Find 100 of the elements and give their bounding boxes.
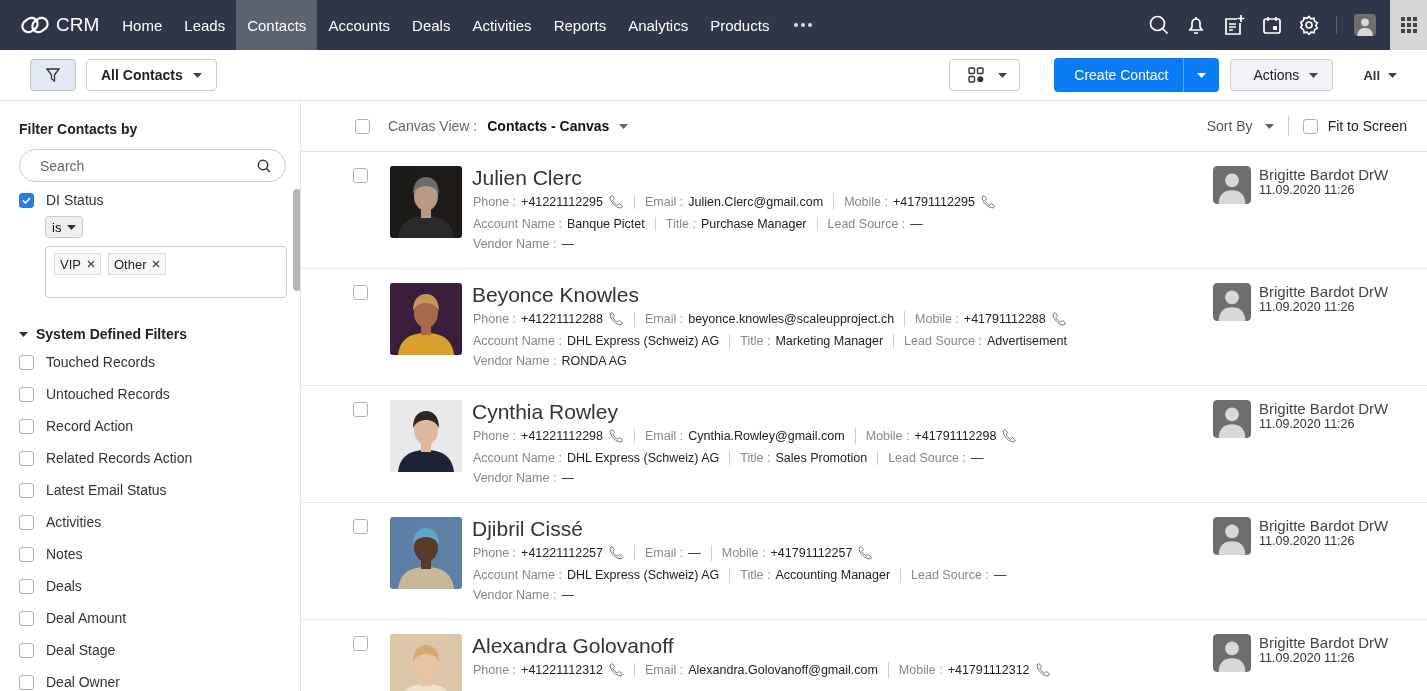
phone-icon[interactable] — [608, 428, 624, 444]
filter-button[interactable] — [30, 59, 76, 91]
filter-option: Deal Owner — [46, 674, 120, 690]
section-title[interactable]: System Defined Filters — [36, 326, 187, 342]
phone-icon[interactable] — [1001, 428, 1018, 444]
nav-tab[interactable]: Analytics — [617, 0, 700, 50]
filter-option: Deal Stage — [46, 642, 116, 658]
create-contact-button[interactable]: Create Contact — [1054, 58, 1184, 92]
field-value: +41791112288 — [963, 312, 1046, 326]
field-value: — — [910, 217, 923, 231]
checkbox[interactable] — [353, 402, 368, 417]
field-value: DHL Express (Schweiz) AG — [566, 568, 720, 582]
caret-icon — [67, 224, 77, 230]
nav-tab[interactable]: Reports — [542, 0, 618, 50]
checkbox[interactable] — [19, 386, 34, 402]
modified-time: 11.09.2020 11:26 — [1259, 183, 1356, 197]
checkbox[interactable] — [19, 482, 34, 498]
search-icon[interactable] — [1149, 15, 1169, 35]
phone-icon[interactable] — [979, 194, 996, 210]
checkbox[interactable] — [353, 285, 368, 300]
canvas-view-name[interactable]: Contacts - Canvas — [487, 118, 610, 134]
sidebar-title: Filter Contacts by — [19, 121, 139, 137]
field-value: +41221112288 — [521, 312, 603, 326]
field-value: Julien.Clerc@gmail.com — [688, 195, 824, 209]
view-dropdown[interactable]: All Contacts — [86, 59, 217, 91]
field-value: Cynthia.Rowley@gmail.com — [688, 429, 845, 443]
nav-tab[interactable]: Deals — [401, 0, 462, 50]
field-label: Vendor Name : — [473, 588, 557, 602]
checkbox[interactable] — [19, 192, 34, 208]
search-icon[interactable] — [257, 159, 271, 173]
scope-dropdown[interactable]: All — [1349, 60, 1397, 90]
caret-icon — [1264, 123, 1274, 129]
more-icon[interactable] — [794, 23, 813, 27]
search-field[interactable]: Search — [19, 149, 286, 182]
nav-tab[interactable]: Contacts — [236, 0, 318, 50]
field-value: — — [561, 471, 574, 485]
apps-button[interactable] — [1390, 0, 1427, 50]
checkbox[interactable] — [19, 610, 34, 626]
nav-tab[interactable]: Products — [699, 0, 781, 50]
checkbox[interactable] — [353, 168, 368, 183]
nav-tab[interactable]: Activities — [461, 0, 543, 50]
nav-tab[interactable]: Home — [111, 0, 174, 50]
expand-caret-icon[interactable] — [19, 331, 28, 337]
add-note-icon[interactable] — [1223, 14, 1245, 36]
caret-icon — [1197, 72, 1207, 78]
calendar-icon[interactable] — [1262, 15, 1282, 35]
phone-icon[interactable] — [857, 545, 874, 561]
checkbox[interactable] — [19, 578, 34, 594]
phone-icon[interactable] — [608, 545, 624, 561]
field-value: +41221112312 — [521, 663, 603, 677]
operator-dropdown[interactable]: is — [45, 216, 84, 238]
settings-icon[interactable] — [1299, 15, 1319, 35]
contact-name[interactable]: Beyonce Knowles — [472, 283, 1213, 307]
app-logo-icon — [20, 14, 50, 36]
field-value: +41221112295 — [521, 195, 603, 209]
checkbox[interactable] — [19, 418, 34, 434]
phone-icon[interactable] — [608, 311, 624, 327]
nav-tab[interactable]: Leads — [173, 0, 237, 50]
caret-icon — [998, 72, 1008, 78]
field-value: +41791112298 — [914, 429, 997, 443]
value-field[interactable]: VIP Other — [45, 246, 287, 298]
sort-by-label[interactable]: Sort By — [1206, 118, 1253, 134]
phone-icon[interactable] — [1050, 311, 1067, 327]
modified-time: 11.09.2020 11:26 — [1259, 651, 1356, 665]
checkbox[interactable] — [353, 636, 368, 651]
owner-name: Brigitte Bardot DrW — [1259, 400, 1389, 417]
app-name: CRM — [56, 14, 100, 36]
notification-bell-icon[interactable] — [1186, 15, 1206, 35]
checkbox[interactable] — [355, 118, 370, 134]
checkbox[interactable] — [19, 546, 34, 562]
contact-name[interactable]: Djibril Cissé — [472, 517, 1213, 541]
checkbox[interactable] — [19, 450, 34, 466]
checkbox[interactable] — [19, 514, 34, 530]
field-label: Email : — [645, 546, 684, 560]
create-menu-button[interactable] — [1183, 58, 1220, 92]
actions-button[interactable]: Actions — [1230, 59, 1334, 91]
contact-name[interactable]: Alexandra Golovanoff — [472, 634, 1213, 658]
checkbox[interactable] — [19, 642, 34, 658]
scrollbar[interactable] — [293, 189, 300, 291]
field-label: Mobile : — [844, 195, 888, 209]
filter-option: Record Action — [46, 418, 134, 434]
phone-icon[interactable] — [608, 194, 624, 210]
field-label: Phone : — [473, 546, 517, 560]
remove-icon[interactable] — [86, 260, 95, 268]
contact-name[interactable]: Cynthia Rowley — [472, 400, 1213, 424]
field-label: Mobile : — [865, 429, 910, 443]
layout-dropdown[interactable] — [949, 59, 1021, 91]
nav-tab[interactable]: Accounts — [317, 0, 402, 50]
contact-name[interactable]: Julien Clerc — [472, 166, 1213, 190]
caret-icon — [192, 72, 202, 78]
checkbox[interactable] — [19, 354, 34, 370]
field-value: — — [970, 451, 984, 465]
checkbox[interactable] — [19, 674, 34, 690]
field-value: RONDA AG — [561, 354, 627, 368]
remove-icon[interactable] — [152, 260, 161, 268]
checkbox[interactable] — [353, 519, 368, 534]
phone-icon[interactable] — [1034, 662, 1051, 678]
phone-icon[interactable] — [608, 662, 624, 678]
checkbox[interactable] — [1302, 118, 1318, 134]
field-value: Sales Promotion — [775, 451, 868, 465]
